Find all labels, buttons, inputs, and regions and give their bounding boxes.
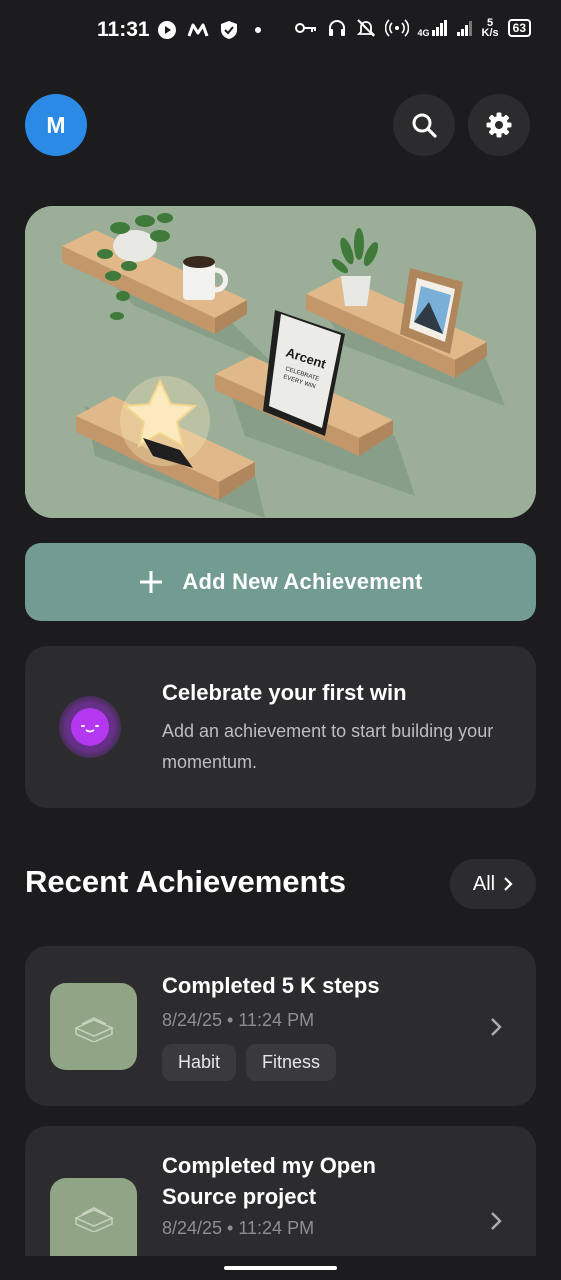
celebrate-subtitle: Add an achievement to start building you… xyxy=(162,721,494,772)
network-speed: 5 K/s xyxy=(481,17,499,39)
add-achievement-label: Add New Achievement xyxy=(182,569,423,594)
achievement-title: Completed my Open Source project xyxy=(162,1153,376,1209)
battery-indicator: 63 xyxy=(507,19,531,37)
stack-placeholder-icon xyxy=(73,1207,114,1232)
bell-muted-icon xyxy=(356,19,375,37)
gear-icon xyxy=(486,112,512,138)
celebrate-card: Celebrate your first win Add an achievem… xyxy=(25,646,536,808)
status-bar: 11:31 4G 5 K/s 63 xyxy=(0,0,561,62)
achievement-date: 8/24/25 • 11:24 PM xyxy=(162,1218,315,1238)
recent-achievements-title: Recent Achievements xyxy=(25,864,347,899)
signal-4g: 4G xyxy=(418,18,448,38)
m-logo-icon xyxy=(187,23,209,37)
achievement-thumbnail xyxy=(50,983,137,1070)
signal-bars-icon xyxy=(431,20,447,36)
shield-icon xyxy=(221,21,237,39)
view-all-label: All xyxy=(472,872,496,895)
headphones-icon xyxy=(328,20,345,36)
stack-placeholder-icon xyxy=(73,1016,114,1042)
avatar[interactable]: M xyxy=(25,94,87,156)
celebrate-title: Celebrate your first win xyxy=(162,680,407,705)
chevron-right-icon xyxy=(504,877,513,891)
add-achievement-button[interactable]: Add New Achievement xyxy=(25,543,536,621)
achievement-thumbnail xyxy=(50,1178,137,1256)
status-right-icons: 4G 5 K/s 63 xyxy=(294,17,531,39)
notification-dot-icon xyxy=(255,27,261,33)
signal-bars-2-icon xyxy=(456,21,472,36)
key-icon xyxy=(294,23,316,33)
achievement-tags: Habit Fitness xyxy=(162,1044,337,1081)
search-button[interactable] xyxy=(393,94,455,156)
home-indicator[interactable] xyxy=(224,1266,337,1270)
view-all-button[interactable]: All xyxy=(450,859,536,909)
achievement-card[interactable]: Completed my Open Source project 8/24/25… xyxy=(25,1126,536,1256)
achievement-card[interactable]: Completed 5 K steps 8/24/25 • 11:24 PM H… xyxy=(25,946,536,1106)
achievement-title: Completed 5 K steps xyxy=(162,973,380,998)
smile-orb-icon xyxy=(59,696,121,758)
status-time: 11:31 xyxy=(97,18,150,41)
search-icon xyxy=(412,113,437,138)
tag-habit[interactable]: Habit xyxy=(162,1044,237,1081)
shelves-illustration: Arcent CELEBRATE EVERY WIN xyxy=(25,206,536,518)
hero-illustration: Arcent CELEBRATE EVERY WIN xyxy=(25,206,536,518)
tag-fitness[interactable]: Fitness xyxy=(246,1044,337,1081)
status-left-icons xyxy=(157,20,261,40)
play-icon xyxy=(158,21,176,39)
achievement-date: 8/24/25 • 11:24 PM xyxy=(162,1010,315,1030)
hotspot-icon xyxy=(384,19,409,37)
chevron-right-icon xyxy=(491,1018,502,1036)
chevron-right-icon xyxy=(491,1212,502,1230)
plus-icon xyxy=(140,571,163,593)
settings-button[interactable] xyxy=(468,94,530,156)
avatar-initial: M xyxy=(46,111,66,138)
